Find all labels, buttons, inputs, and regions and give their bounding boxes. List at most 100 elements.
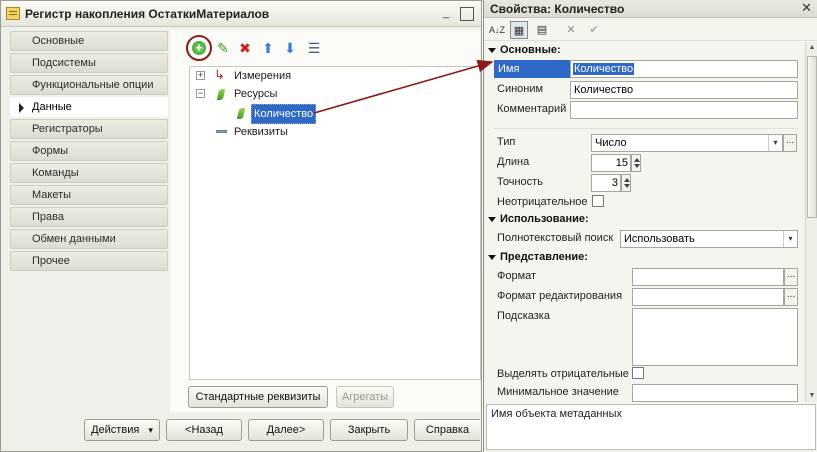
synonym-label: Синоним [497,83,544,95]
name-value: Количество [573,63,635,75]
property-description: Имя объекта метаданных [486,404,816,450]
dimensions-icon: ↳ [214,67,225,82]
tree-label-dimensions: Измерения [234,70,292,82]
data-tree: + ↳ Измерения − Ресурсы Количество Рекви… [189,66,481,380]
tooltip-label: Подсказка [497,310,550,322]
nav-item-recorders[interactable]: Регистраторы [10,119,168,139]
name-label: Имя [494,60,570,78]
actions-button[interactable]: Действия ▾ [84,419,160,441]
close-icon[interactable]: ✕ [801,0,812,16]
format-field[interactable] [632,268,784,286]
active-arrow-icon [19,103,24,113]
standard-attributes-button[interactable]: Стандартные реквизиты [188,386,328,408]
dropdown-arrow-icon: ▾ [148,425,153,435]
properties-scrollbar[interactable]: ▲ ▼ [805,42,817,402]
nav-item-functional-options[interactable]: Функциональные опции [10,75,168,95]
clear-icon[interactable]: ✕ [562,21,580,39]
apply-icon[interactable]: ✔ [585,21,603,39]
nav-item-subsystems[interactable]: Подсистемы [10,53,168,73]
nav-item-templates[interactable]: Макеты [10,185,168,205]
window-title-bar[interactable]: Регистр накопления ОстаткиМатериалов _ [1,1,481,27]
attributes-icon [216,130,227,133]
tree-node-attributes[interactable]: Реквизиты [196,123,466,141]
min-value-field[interactable] [632,384,798,402]
sort-alphabetical-icon[interactable]: A↓Z [488,21,506,39]
format-label: Формат [497,270,537,282]
tree-node-dimensions[interactable]: + ↳ Измерения [196,67,466,85]
edit-format-select-button[interactable]: ... [784,288,798,306]
tree-toolbar: + ✎ ✖ ⬆ ⬇ ☰ [182,35,332,61]
nav-item-commands[interactable]: Команды [10,163,168,183]
section-presentation[interactable]: Представление: [488,251,588,263]
min-value-label: Минимальное значение [497,386,619,398]
properties-title-bar[interactable]: Свойства: Количество ✕ [484,0,817,18]
actions-label: Действия [91,424,140,436]
nav-item-data-exchange[interactable]: Обмен данными [10,229,168,249]
properties-toolbar: A↓Z ▦ ▤ ✕ ✔ [484,19,817,41]
nav-item-rights[interactable]: Права [10,207,168,227]
window-title: Регистр накопления ОстаткиМатериалов [25,7,270,21]
help-button[interactable]: Справка [414,419,480,441]
back-button[interactable]: <Назад [166,419,242,441]
move-up-icon[interactable]: ⬆ [259,38,277,58]
fulltext-search-field[interactable]: Использовать ▾ [620,230,798,248]
edit-format-field[interactable] [632,288,784,306]
tree-node-quantity[interactable]: Количество [230,104,430,124]
categories-icon[interactable]: ▦ [510,21,528,39]
properties-list: Основные: Имя Количество Синоним Количес… [484,42,804,402]
nav-item-main[interactable]: Основные [10,31,168,51]
synonym-field[interactable]: Количество [570,81,798,99]
tree-label-quantity: Количество [251,104,317,124]
sidebar-nav: Основные Подсистемы Функциональные опции… [10,31,168,275]
section-main[interactable]: Основные: [488,44,561,56]
non-negative-label: Неотрицательное [497,196,588,208]
scroll-up-icon[interactable]: ▲ [806,42,817,54]
type-dropdown-icon[interactable]: ▾ [768,135,782,151]
tooltip-field[interactable] [632,308,798,366]
add-button[interactable]: + [186,35,212,61]
precision-spinner[interactable] [621,174,631,192]
minimize-button[interactable]: _ [439,7,453,21]
aggregates-button[interactable]: Агрегаты [336,386,394,408]
close-button[interactable]: Закрыть [330,419,408,441]
resource-item-icon [236,108,246,119]
divider [494,128,798,129]
nav-item-forms[interactable]: Формы [10,141,168,161]
edit-icon[interactable]: ✎ [214,38,232,58]
type-field[interactable]: Число ▾ [591,134,783,152]
sort-icon[interactable]: ☰ [305,38,323,58]
filter-icon[interactable]: ▤ [533,21,551,39]
tree-label-resources: Ресурсы [234,88,278,100]
scroll-thumb[interactable] [807,56,817,218]
move-down-icon[interactable]: ⬇ [281,38,299,58]
expand-icon[interactable]: + [196,71,205,80]
collapse-icon[interactable]: − [196,89,205,98]
section-usage[interactable]: Использование: [488,213,589,225]
length-spinner[interactable] [631,154,641,172]
nav-item-other[interactable]: Прочее [10,251,168,271]
highlight-negative-label: Выделять отрицательные [497,368,629,380]
delete-icon[interactable]: ✖ [236,38,254,58]
format-select-button[interactable]: ... [784,268,798,286]
type-select-button[interactable]: ... [783,134,797,152]
fulltext-search-value: Использовать [624,233,695,245]
precision-field[interactable]: 3 [591,174,621,192]
properties-panel: Свойства: Количество ✕ A↓Z ▦ ▤ ✕ ✔ Основ… [483,0,817,452]
nav-item-data-label: Данные [32,101,72,113]
scroll-down-icon[interactable]: ▼ [806,390,817,402]
tree-label-attributes: Реквизиты [234,126,288,138]
nav-item-data[interactable]: Данные [10,97,168,117]
type-value: Число [595,137,627,149]
maximize-button[interactable] [460,7,474,21]
precision-label: Точность [497,176,543,188]
resource-icon [216,89,226,100]
highlight-negative-checkbox[interactable] [632,367,644,379]
non-negative-checkbox[interactable] [592,195,604,207]
next-button[interactable]: Далее> [248,419,324,441]
name-field[interactable]: Количество [570,60,798,78]
register-icon [6,7,20,20]
tree-node-resources[interactable]: − Ресурсы [196,85,466,103]
comment-field[interactable] [570,101,798,119]
fulltext-dropdown-icon[interactable]: ▾ [783,231,797,247]
length-field[interactable]: 15 [591,154,631,172]
